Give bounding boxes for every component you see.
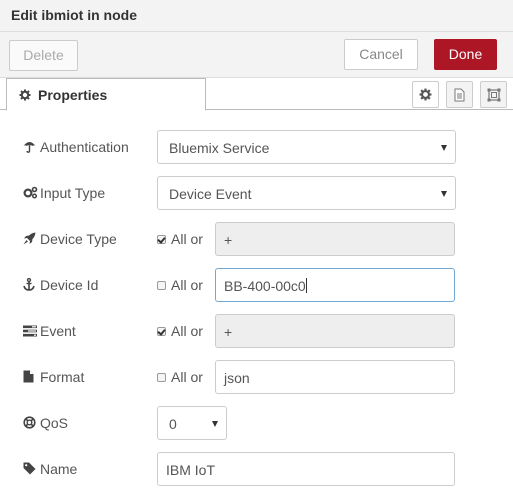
event-label: Event bbox=[40, 323, 76, 339]
device-id-row: Device Id All or BB-400-00c0 bbox=[0, 268, 513, 302]
input-type-row: Input Type Device Event bbox=[0, 176, 513, 210]
format-input[interactable]: json bbox=[215, 360, 455, 394]
event-input[interactable]: + bbox=[215, 314, 455, 348]
dialog-header: Edit ibmiot in node bbox=[0, 0, 513, 32]
gear-icon bbox=[19, 88, 31, 104]
input-type-select[interactable]: Device Event bbox=[157, 176, 456, 210]
name-label: Name bbox=[40, 461, 78, 477]
device-type-label: Device Type bbox=[40, 231, 117, 247]
device-type-all-label: All or bbox=[171, 231, 203, 247]
tab-properties[interactable]: Properties bbox=[6, 78, 206, 111]
event-all-checkbox[interactable] bbox=[157, 327, 166, 336]
event-row: Event All or + bbox=[0, 314, 513, 348]
name-input[interactable]: IBM IoT bbox=[157, 452, 455, 486]
format-all-checkbox[interactable] bbox=[157, 373, 166, 382]
tab-appearance[interactable] bbox=[480, 81, 507, 108]
qos-select[interactable]: 0 bbox=[157, 406, 227, 440]
chevron-down-icon bbox=[212, 421, 218, 427]
event-all-label: All or bbox=[171, 323, 203, 339]
life-ring-icon bbox=[23, 416, 36, 432]
authentication-row: Authentication Bluemix Service bbox=[0, 130, 513, 164]
anchor-icon bbox=[23, 277, 35, 294]
name-row: Name IBM IoT bbox=[0, 452, 513, 486]
tab-bar: Properties bbox=[0, 78, 513, 111]
dialog-toolbar: Delete Cancel Done bbox=[0, 32, 513, 78]
chevron-down-icon bbox=[441, 145, 447, 151]
qos-label: QoS bbox=[40, 415, 69, 431]
chevron-down-icon bbox=[441, 191, 447, 197]
text-cursor bbox=[305, 278, 307, 293]
file-text-icon bbox=[454, 88, 465, 102]
input-type-label: Input Type bbox=[40, 185, 106, 201]
umbrella-icon bbox=[23, 140, 36, 156]
device-id-all-label: All or bbox=[171, 277, 203, 293]
dialog-title: Edit ibmiot in node bbox=[11, 7, 137, 23]
gear-icon bbox=[419, 88, 432, 101]
device-id-all-checkbox[interactable] bbox=[157, 281, 166, 290]
authentication-select[interactable]: Bluemix Service bbox=[157, 130, 456, 164]
cogs-icon bbox=[23, 186, 38, 202]
device-id-input[interactable]: BB-400-00c0 bbox=[215, 268, 455, 302]
device-type-row: Device Type All or + bbox=[0, 222, 513, 256]
tab-node-settings[interactable] bbox=[412, 81, 439, 108]
delete-button[interactable]: Delete bbox=[9, 40, 78, 71]
rocket-icon bbox=[23, 232, 36, 248]
tab-description[interactable] bbox=[446, 81, 473, 108]
device-type-all-checkbox[interactable] bbox=[157, 235, 166, 244]
qos-row: QoS 0 bbox=[0, 406, 513, 440]
tab-properties-label: Properties bbox=[38, 87, 108, 103]
tag-icon bbox=[23, 462, 36, 478]
done-button[interactable]: Done bbox=[434, 39, 497, 70]
authentication-label: Authentication bbox=[40, 139, 129, 155]
format-row: Format All or json bbox=[0, 360, 513, 394]
file-icon bbox=[23, 370, 34, 386]
cancel-button[interactable]: Cancel bbox=[344, 39, 418, 70]
object-ungroup-icon bbox=[487, 88, 501, 102]
format-label: Format bbox=[40, 369, 85, 385]
device-id-label: Device Id bbox=[40, 277, 99, 293]
format-all-label: All or bbox=[171, 369, 203, 385]
tasks-icon bbox=[23, 324, 37, 340]
device-type-input[interactable]: + bbox=[215, 222, 455, 256]
